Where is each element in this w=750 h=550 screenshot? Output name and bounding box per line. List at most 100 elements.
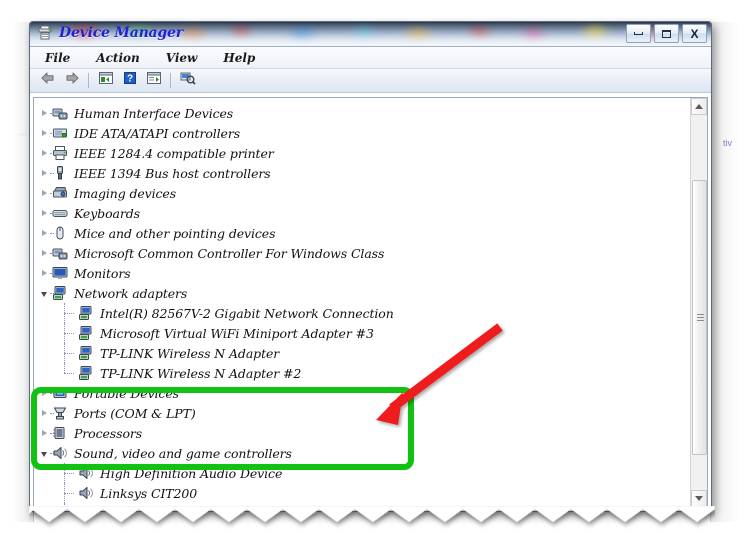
- monitor-icon: [52, 265, 68, 281]
- tree-item-label: IEEE 1284.4 compatible printer: [74, 145, 274, 161]
- menu-view[interactable]: View: [163, 50, 201, 66]
- tree-category-item[interactable]: IDE ATA/ATAPI controllers: [34, 123, 690, 143]
- tree-connector-horizontal: [64, 493, 74, 494]
- tree-category-item[interactable]: Human Interface Devices: [34, 103, 690, 123]
- expander-expand-icon[interactable]: [39, 148, 49, 158]
- tree-item-label: TP-LINK Wireless N Adapter: [100, 345, 280, 361]
- title-bar-left-group: Device Manager: [37, 25, 183, 41]
- expander-expand-icon[interactable]: [39, 428, 49, 438]
- tree-connector-horizontal: [64, 313, 74, 314]
- tree-category-item[interactable]: Monitors: [34, 263, 690, 283]
- triangle-icon: [41, 250, 47, 256]
- scanner-icon: [52, 185, 68, 201]
- tree-child-item[interactable]: TP-LINK Wireless N Adapter: [34, 343, 690, 363]
- tree-category-item[interactable]: IEEE 1394 Bus host controllers: [34, 163, 690, 183]
- tree-item-label: Network adapters: [74, 285, 188, 301]
- expander-expand-icon[interactable]: [39, 168, 49, 178]
- maximize-button[interactable]: [654, 24, 679, 43]
- tree-connector-horizontal: [64, 373, 74, 374]
- triangle-icon: [41, 110, 47, 116]
- forward-button[interactable]: [61, 71, 82, 90]
- torn-paper-edge: [28, 505, 716, 532]
- triangle-icon: [41, 451, 47, 457]
- tree-item-label: Human Interface Devices: [74, 105, 234, 121]
- menu-file[interactable]: File: [42, 50, 73, 66]
- tree-category-item[interactable]: Processors: [34, 423, 690, 443]
- help-button[interactable]: ?: [119, 71, 140, 90]
- tree-child-item[interactable]: TP-LINK Wireless N Adapter #2: [34, 363, 690, 383]
- scroll-down-button[interactable]: [691, 490, 707, 507]
- scroll-up-button[interactable]: [691, 98, 707, 115]
- tree-category-item[interactable]: Keyboards: [34, 203, 690, 223]
- tree-item-label: Microsoft Virtual WiFi Miniport Adapter …: [100, 325, 374, 341]
- tree-category-item[interactable]: Network adapters: [34, 283, 690, 303]
- tree-item-label: Mice and other pointing devices: [74, 225, 276, 241]
- expander-expand-icon[interactable]: [39, 128, 49, 138]
- network-adapter-icon: [78, 365, 94, 381]
- expander-collapse-icon[interactable]: [39, 288, 49, 298]
- expander-expand-icon[interactable]: [39, 188, 49, 198]
- show-hidden-devices-button[interactable]: [143, 71, 164, 90]
- device-manager-window: Device Manager X File Action View Help ?…: [29, 21, 712, 512]
- tree-child-item[interactable]: Microsoft Virtual WiFi Miniport Adapter …: [34, 323, 690, 343]
- firewire-icon: [52, 165, 68, 181]
- toolbar: ?: [30, 69, 711, 93]
- scrollbar-thumb[interactable]: [692, 180, 707, 455]
- expander-expand-icon[interactable]: [39, 228, 49, 238]
- speaker-icon: [52, 445, 68, 461]
- close-button[interactable]: X: [682, 24, 707, 43]
- tree-child-item[interactable]: High Definition Audio Device: [34, 463, 690, 483]
- triangle-icon: [41, 270, 47, 276]
- properties-button[interactable]: [95, 71, 116, 90]
- speaker-icon: [78, 485, 94, 501]
- tree-child-item[interactable]: Linksys CIT200: [34, 483, 690, 503]
- tree-item-label: Linksys CIT200: [100, 485, 198, 501]
- tree-child-item[interactable]: Intel(R) 82567V-2 Gigabit Network Connec…: [34, 303, 690, 323]
- background-right-text: tiv: [723, 138, 732, 148]
- menu-action[interactable]: Action: [93, 50, 142, 66]
- client-area: Human Interface Devices IDE ATA/ATAPI con…: [30, 93, 711, 511]
- menu-help[interactable]: Help: [220, 50, 258, 66]
- keyboard-icon: [52, 205, 68, 221]
- title-bar[interactable]: Device Manager X: [30, 22, 711, 47]
- expander-collapse-icon[interactable]: [39, 448, 49, 458]
- vertical-scrollbar[interactable]: [690, 98, 707, 507]
- expander-expand-icon[interactable]: [39, 388, 49, 398]
- tree-category-item[interactable]: Microsoft Common Controller For Windows …: [34, 243, 690, 263]
- network-adapter-icon: [52, 285, 68, 301]
- window-controls: X: [626, 24, 707, 43]
- tree-item-label: Portable Devices: [74, 385, 179, 401]
- expander-expand-icon[interactable]: [39, 208, 49, 218]
- back-button[interactable]: [37, 71, 58, 90]
- tree-category-item[interactable]: Portable Devices: [34, 383, 690, 403]
- hid-icon: [52, 105, 68, 121]
- background-window-right-edge: [710, 22, 740, 522]
- expander-expand-icon[interactable]: [39, 108, 49, 118]
- expander-expand-icon[interactable]: [39, 248, 49, 258]
- tree-category-item[interactable]: Sound, video and game controllers: [34, 443, 690, 463]
- tree-category-item[interactable]: Ports (COM & LPT): [34, 403, 690, 423]
- tree-item-label: High Definition Audio Device: [100, 465, 283, 481]
- device-tree[interactable]: Human Interface Devices IDE ATA/ATAPI con…: [34, 98, 690, 507]
- tree-category-item[interactable]: Mice and other pointing devices: [34, 223, 690, 243]
- svg-text:?: ?: [126, 74, 132, 85]
- toolbar-separator-2: [170, 73, 171, 88]
- tree-category-item[interactable]: Imaging devices: [34, 183, 690, 203]
- show-hidden-devices-icon: [146, 71, 162, 90]
- expander-expand-icon[interactable]: [39, 408, 49, 418]
- triangle-icon: [41, 430, 47, 436]
- device-tree-panel: Human Interface Devices IDE ATA/ATAPI con…: [33, 97, 708, 508]
- tree-item-label: Sound, video and game controllers: [74, 445, 292, 461]
- processor-icon: [52, 425, 68, 441]
- tree-connector-horizontal: [64, 473, 74, 474]
- tree-item-label: Monitors: [74, 265, 131, 281]
- tree-category-item[interactable]: IEEE 1284.4 compatible printer: [34, 143, 690, 163]
- scan-for-hardware-changes-button[interactable]: [177, 71, 198, 90]
- tree-item-label: Processors: [74, 425, 143, 441]
- gamepad-icon: [52, 245, 68, 261]
- tree-connector-horizontal: [64, 333, 74, 334]
- toolbar-separator: [88, 73, 89, 88]
- minimize-button[interactable]: [626, 24, 651, 43]
- expander-expand-icon[interactable]: [39, 268, 49, 278]
- network-adapter-icon: [78, 325, 94, 341]
